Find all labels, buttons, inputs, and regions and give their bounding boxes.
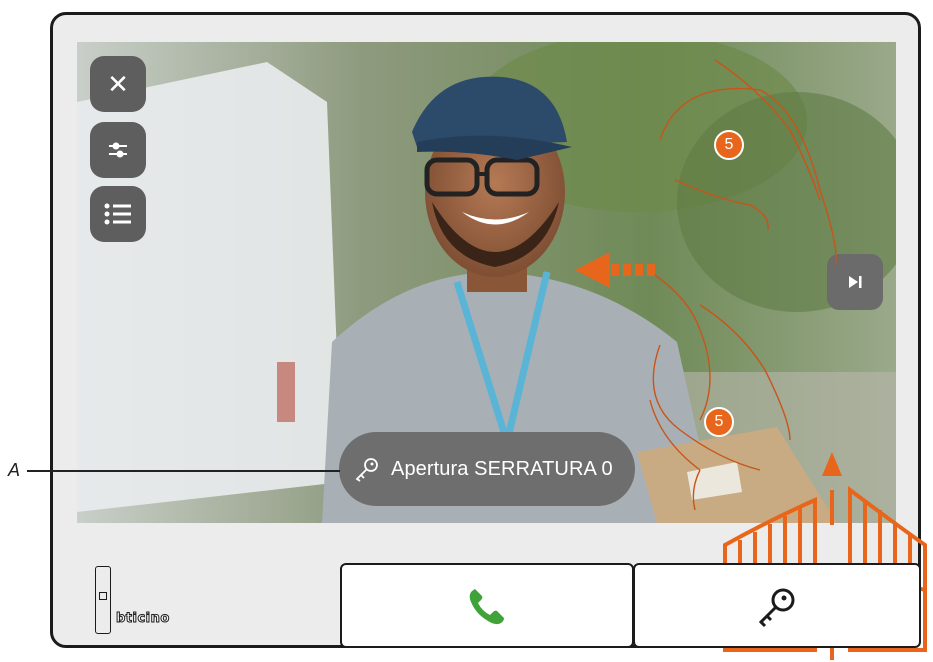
gate-arrow-icon: [822, 452, 842, 476]
brand-logo: bticino: [116, 611, 170, 627]
callout-line: [27, 470, 340, 472]
hand-drawing: [649, 59, 837, 511]
swipe-arrow: [575, 252, 655, 288]
phone-icon: [469, 588, 504, 624]
step-badge: 5: [714, 130, 744, 160]
answer-call-button[interactable]: [340, 563, 634, 648]
door-lock-button[interactable]: [633, 563, 921, 648]
brand-logo-block: [95, 566, 111, 634]
key-icon: [758, 588, 795, 627]
step-badge: 5: [704, 407, 734, 437]
callout-label: A: [8, 460, 21, 480]
